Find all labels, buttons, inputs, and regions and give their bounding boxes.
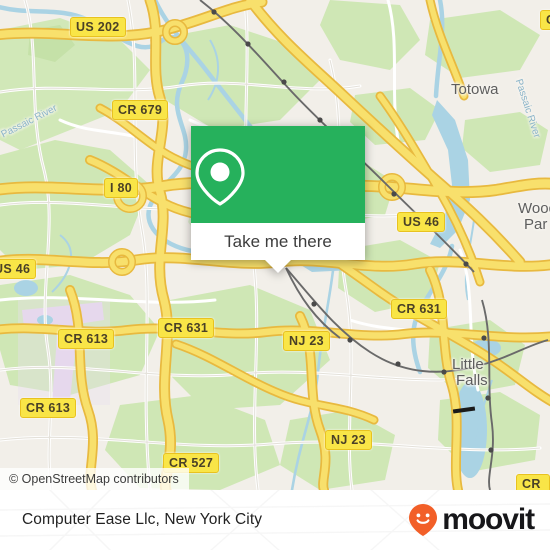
map-canvas[interactable]: Totowa Little Falls Wood Par Passaic Riv… (0, 0, 550, 490)
road-shield-i-80[interactable]: I 80 (104, 178, 139, 198)
page-title: Computer Ease Llc, New York City (22, 511, 263, 528)
road-shield-cr-631-west[interactable]: CR 631 (158, 318, 215, 338)
attribution-text[interactable]: © OpenStreetMap contributors (9, 472, 179, 486)
road-shield-partial[interactable]: C (540, 10, 550, 30)
road-shield-us-202[interactable]: US 202 (70, 17, 126, 37)
moovit-wordmark: moovit (442, 503, 535, 536)
take-me-there-label: Take me there (224, 231, 332, 251)
road-shield-cr-679[interactable]: CR 679 (112, 100, 169, 120)
road-shield-us-46-west[interactable]: US 46 (0, 259, 37, 279)
road-shield-cr-631-east[interactable]: CR 631 (391, 299, 448, 319)
moovit-pin-icon (409, 504, 438, 536)
road-shield-cr-613-north[interactable]: CR 613 (58, 329, 115, 349)
road-shield-nj-23-north[interactable]: NJ 23 (283, 331, 330, 351)
popup-action-bar[interactable]: Take me there (191, 223, 365, 260)
airport-area (18, 300, 110, 405)
popup-header (191, 126, 365, 223)
road-shield-cr-621[interactable]: CR 621 (516, 474, 550, 490)
moovit-logo[interactable]: moovit (408, 503, 535, 537)
road-shield-cr-613-south[interactable]: CR 613 (20, 398, 77, 418)
road-shield-us-46-east[interactable]: US 46 (397, 212, 446, 232)
map-screenshot: Totowa Little Falls Wood Par Passaic Riv… (0, 0, 550, 550)
location-popup[interactable]: Take me there (191, 126, 365, 273)
road-shield-nj-23-south[interactable]: NJ 23 (325, 430, 372, 450)
attribution-bar: © OpenStreetMap contributors (0, 468, 189, 490)
bottom-bar: Computer Ease Llc, New York City moovit (0, 490, 550, 550)
popup-tail (265, 260, 291, 273)
